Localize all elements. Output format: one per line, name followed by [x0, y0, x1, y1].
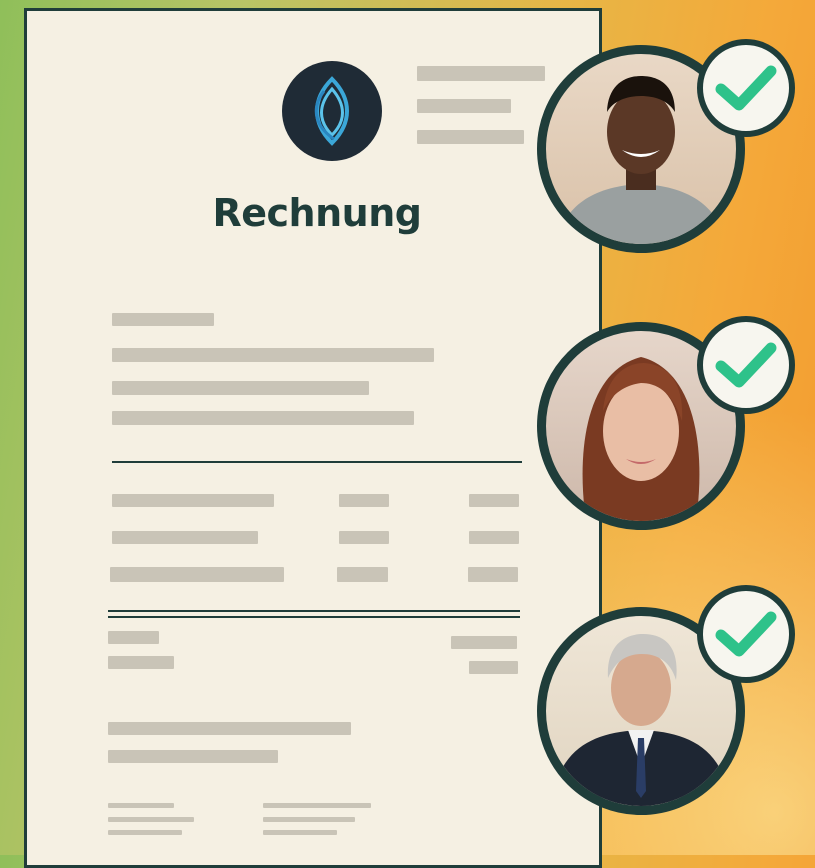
check-icon [715, 65, 777, 111]
footer-col2-line-2 [263, 817, 355, 822]
total-value [469, 661, 518, 674]
item-row-1-price [469, 494, 519, 507]
footer-col2-line-3 [263, 830, 337, 835]
note-line-2 [108, 750, 278, 763]
total-label [108, 656, 174, 669]
invoice-document: Rechnung [24, 8, 602, 868]
invoice-title: Rechnung [212, 191, 422, 235]
item-row-1-desc [112, 494, 274, 507]
address-line-4 [112, 411, 414, 425]
approver-3-check [697, 585, 795, 683]
item-row-2-price [469, 531, 519, 544]
header-line-3 [417, 130, 524, 144]
approver-2-check [697, 316, 795, 414]
item-row-1-qty [339, 494, 389, 507]
company-logo [282, 61, 382, 161]
subtotal-value [451, 636, 517, 649]
total-divider-top [108, 610, 520, 612]
divider [112, 461, 522, 463]
item-row-3-desc [110, 567, 284, 582]
item-row-2-qty [339, 531, 389, 544]
check-icon [715, 611, 777, 657]
item-row-3-price [468, 567, 518, 582]
header-line-1 [417, 66, 545, 81]
check-icon [715, 342, 777, 388]
subtotal-label [108, 631, 159, 644]
footer-col1-line-1 [108, 803, 174, 808]
address-line-1 [112, 313, 214, 326]
item-row-3-qty [337, 567, 388, 582]
total-divider-bottom [108, 616, 520, 618]
footer-col2-line-1 [263, 803, 371, 808]
header-line-2 [417, 99, 511, 113]
footer-col1-line-2 [108, 817, 194, 822]
item-row-2-desc [112, 531, 258, 544]
address-line-3 [112, 381, 369, 395]
footer-col1-line-3 [108, 830, 182, 835]
note-line-1 [108, 722, 351, 735]
address-line-2 [112, 348, 434, 362]
approver-1-check [697, 39, 795, 137]
